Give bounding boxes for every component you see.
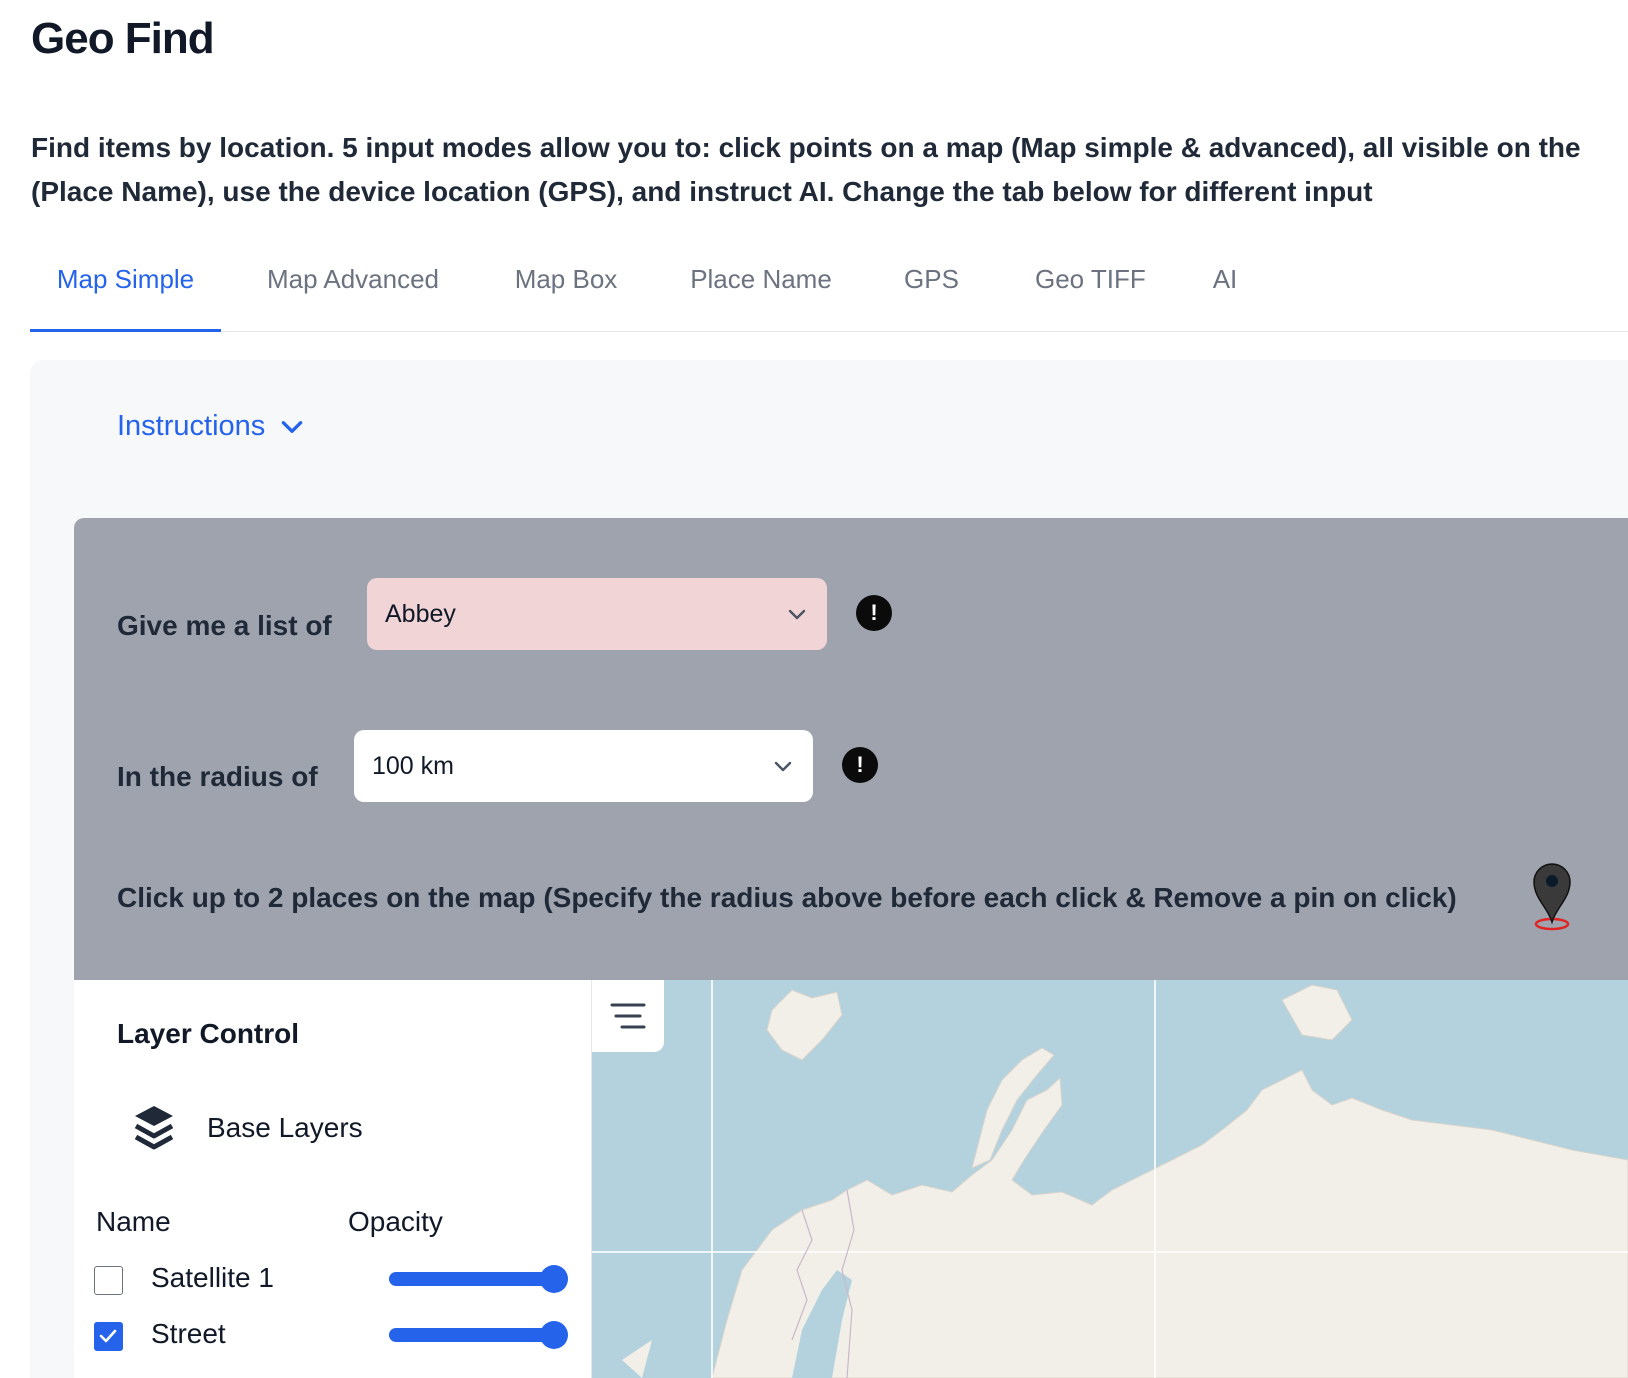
slider-thumb[interactable] (540, 1321, 568, 1349)
layer-checkbox[interactable] (94, 1266, 123, 1295)
layer-row: Street (94, 1318, 574, 1358)
radius-label: In the radius of (117, 761, 318, 792)
info-icon[interactable]: ! (856, 595, 892, 631)
info-icon[interactable]: ! (842, 747, 878, 783)
tab-map-advanced[interactable]: Map Advanced (263, 250, 443, 332)
layers-icon (134, 1106, 174, 1150)
instructions-label: Instructions (117, 410, 266, 442)
tab-map-box[interactable]: Map Box (514, 250, 618, 332)
layer-control-toggle-button[interactable] (592, 980, 664, 1052)
tab-place-name[interactable]: Place Name (690, 250, 832, 332)
layer-row: Satellite 1 (94, 1262, 574, 1302)
opacity-slider[interactable] (389, 1321, 568, 1349)
tab-map-simple[interactable]: Map Simple (30, 250, 221, 332)
page-description: Find items by location. 5 input modes al… (31, 126, 1628, 214)
tab-ai[interactable]: AI (1212, 250, 1238, 332)
column-name-header: Name (96, 1206, 171, 1237)
tab-geo-tiff[interactable]: Geo TIFF (1035, 250, 1146, 332)
chevron-down-icon (282, 420, 303, 433)
list-label: Give me a list of (117, 610, 332, 641)
radius-value: 100 km (372, 751, 454, 780)
layer-checkbox[interactable] (94, 1322, 123, 1351)
map-canvas[interactable] (592, 980, 1628, 1378)
item-type-select[interactable]: Abbey (367, 578, 827, 650)
radius-select[interactable]: 100 km (354, 730, 813, 802)
slider-thumb[interactable] (540, 1265, 568, 1293)
base-layers-label: Base Layers (207, 1112, 363, 1143)
menu-icon (610, 1003, 646, 1029)
description-line-1: Find items by location. 5 input modes al… (31, 132, 1581, 163)
opacity-slider[interactable] (389, 1265, 568, 1293)
base-layers-header: Base Layers (131, 1102, 363, 1154)
click-hint: Click up to 2 places on the map (Specify… (117, 882, 1457, 913)
search-form: Give me a list of Abbey ! In the radius … (74, 518, 1628, 980)
map-tiles (592, 980, 1628, 1378)
chevron-down-icon (788, 609, 806, 620)
item-type-value: Abbey (385, 599, 456, 628)
chevron-down-icon (774, 761, 792, 772)
page-title: Geo Find (31, 14, 215, 63)
layer-control: Layer Control Base Layers Name Opacity S… (74, 980, 592, 1378)
checkmark-icon (99, 1329, 117, 1343)
layer-control-title: Layer Control (117, 1018, 300, 1049)
tab-bar: Map Simple Map Advanced Map Box Place Na… (30, 250, 1628, 332)
layer-name: Street (151, 1318, 226, 1349)
description-line-2: (Place Name), use the device location (G… (31, 176, 1373, 207)
layer-name: Satellite 1 (151, 1262, 274, 1293)
map-pin-icon (1533, 863, 1571, 931)
tab-gps[interactable]: GPS (904, 250, 959, 332)
instructions-toggle[interactable]: Instructions (117, 410, 305, 443)
column-opacity-header: Opacity (348, 1206, 443, 1237)
